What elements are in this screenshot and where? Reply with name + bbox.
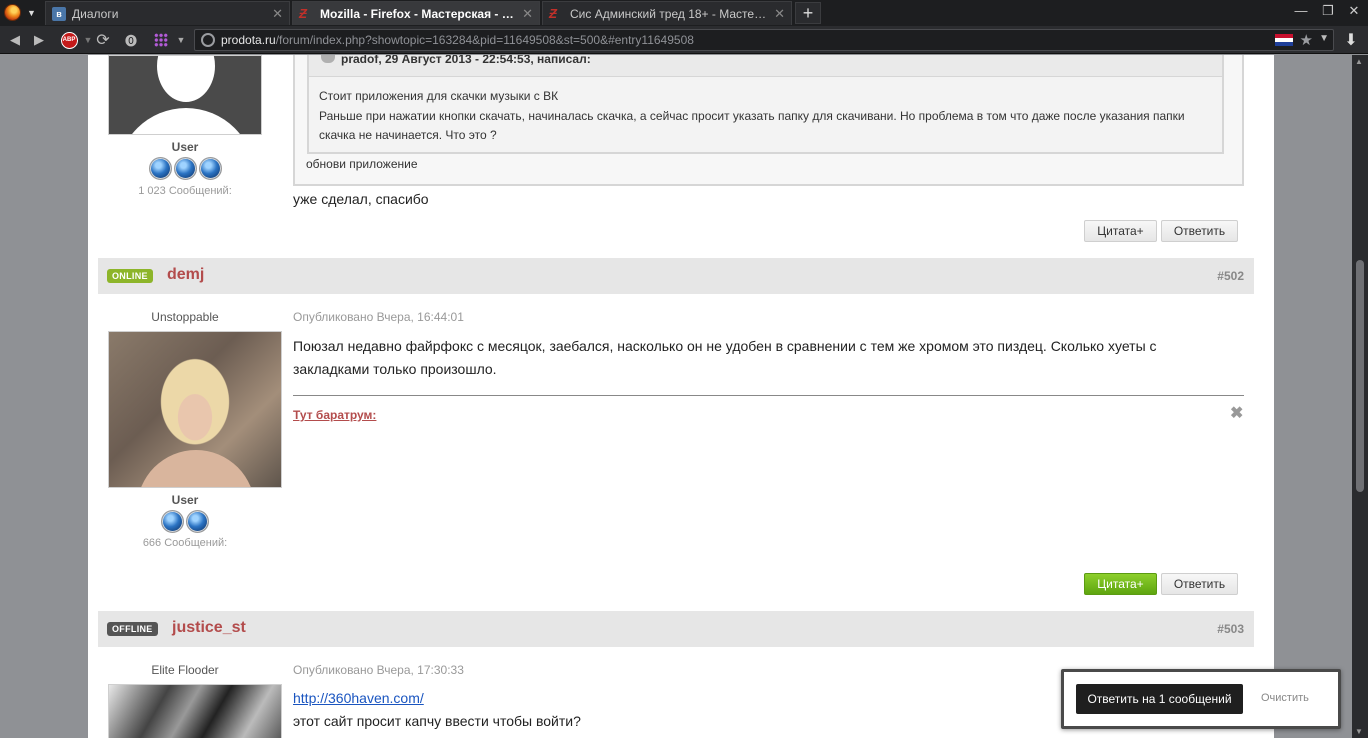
medal-icon — [173, 157, 197, 180]
quote-author: pradof, 29 Август 2013 - 22:54:53, напис… — [341, 55, 591, 66]
chevron-down-icon: ▼ — [27, 7, 36, 18]
chevron-down-icon[interactable]: ▼ — [170, 29, 192, 51]
default-avatar[interactable] — [108, 55, 262, 135]
reply-button[interactable]: Ответить — [1161, 220, 1238, 242]
post-header: ONLINE demj #502 — [98, 258, 1254, 294]
tab-dialogs[interactable]: в Диалоги ✕ — [45, 1, 290, 25]
medal-icon — [161, 510, 184, 533]
extension-icon[interactable]: ⓿ — [120, 29, 142, 51]
quote-header: pradof, 29 Август 2013 - 22:54:53, напис… — [309, 55, 1222, 77]
reply-to-quotes-button[interactable]: Ответить на 1 сообщений — [1076, 684, 1243, 714]
signature-divider — [293, 395, 1244, 396]
scroll-up-icon[interactable]: ▲ — [1355, 57, 1363, 66]
url-path: /forum/index.php?showtopic=163284&pid=11… — [275, 33, 694, 47]
quote-plus-button-active[interactable]: Цитата+ — [1084, 573, 1157, 595]
adblock-icon: ABP — [60, 31, 78, 49]
quote-text: Стоит приложения для скачки музыки с ВК … — [319, 87, 1214, 146]
firefox-menu-button[interactable]: ▼ — [0, 0, 42, 25]
post-number-link[interactable]: #503 — [1217, 622, 1244, 636]
forum-content: User 1 023 Сообщений: pradof, 29 Август … — [88, 55, 1274, 738]
author-link[interactable]: justice_st — [172, 619, 246, 637]
post-text: Поюзал недавно файрфокс с месяцок, заеба… — [293, 338, 1157, 377]
post-header: OFFLINE justice_st #503 — [98, 611, 1254, 647]
quote-plus-button[interactable]: Цитата+ — [1084, 220, 1157, 242]
user-group: User — [171, 493, 199, 507]
tab-firefox-workshop[interactable]: Ƶ Mozilla - Firefox - Мастерская - Pr...… — [292, 1, 540, 25]
prodota-icon: Ƶ — [299, 6, 307, 21]
globe-icon — [201, 33, 215, 47]
spoiler-link[interactable]: Тут баратрум: — [293, 408, 376, 422]
restore-icon[interactable]: ❐ — [1317, 3, 1339, 19]
quote-line: Стоит приложения для скачки музыки с ВК — [319, 89, 559, 103]
user-avatar[interactable] — [108, 331, 282, 488]
reply-button[interactable]: Ответить — [1161, 573, 1238, 595]
back-icon[interactable]: ◀ — [4, 29, 26, 51]
status-badge: OFFLINE — [107, 622, 158, 636]
chevron-down-icon[interactable]: ▼ — [1319, 33, 1329, 44]
apps-grid-icon — [154, 33, 168, 47]
medal-icon — [186, 510, 209, 533]
firefox-logo-icon — [4, 4, 21, 21]
scroll-down-icon[interactable]: ▼ — [1355, 727, 1363, 736]
post-count: 666 Сообщений: — [142, 537, 228, 549]
post-link: http://360haven.com/ — [293, 687, 424, 710]
url-text: prodota.ru/forum/index.php?showtopic=163… — [221, 33, 694, 47]
quote-icon — [321, 55, 335, 63]
avatar-shoulders — [117, 108, 255, 134]
close-icon[interactable]: ✕ — [272, 6, 283, 22]
reload-icon[interactable]: ⟳ — [92, 29, 114, 51]
quote-line: Раньше при нажатии кнопки скачать, начин… — [319, 108, 1185, 143]
flag-icon[interactable] — [1275, 34, 1293, 46]
user-rank: Elite Flooder — [151, 663, 219, 677]
tab-bar: ▼ в Диалоги ✕ Ƶ Mozilla - Firefox - Маст… — [0, 0, 1368, 26]
star-icon[interactable]: ★ — [1300, 31, 1313, 49]
user-group: User — [171, 140, 199, 154]
post-date: Опубликовано Вчера, 16:44:01 — [293, 310, 464, 324]
close-icon[interactable]: ✕ — [522, 6, 533, 22]
download-icon[interactable]: ⬇ — [1340, 29, 1362, 51]
forward-icon[interactable]: ▶ — [28, 29, 50, 51]
medal-icon — [148, 157, 172, 180]
url-domain: prodota.ru — [221, 33, 276, 47]
new-tab-button[interactable]: + — [795, 2, 821, 24]
avatar-head — [157, 56, 215, 102]
apps-button[interactable] — [150, 29, 172, 51]
vk-icon: в — [52, 6, 66, 21]
clear-quotes-link[interactable]: Очистить — [1261, 692, 1309, 704]
reputation-badges — [88, 510, 282, 533]
page-scrollbar[interactable]: ▲ ▼ — [1352, 55, 1368, 738]
status-badge: ONLINE — [107, 269, 153, 283]
post-number-link[interactable]: #502 — [1217, 269, 1244, 283]
post-count: 1 023 Сообщений: — [138, 185, 232, 197]
reputation-badges — [88, 157, 282, 180]
address-bar[interactable]: prodota.ru/forum/index.php?showtopic=163… — [194, 29, 1334, 51]
user-avatar[interactable] — [108, 684, 282, 738]
navigation-bar: ◀ ▶ ABP ▼ ⟳ ⓿ ▼ prodota.ru/forum/index.p… — [0, 26, 1368, 54]
post-date: Опубликовано Вчера, 17:30:33 — [293, 663, 464, 677]
post-text: уже сделал, спасибо — [293, 191, 429, 207]
avatar-body — [137, 450, 255, 487]
multiquote-popup: Ответить на 1 сообщений Очистить — [1061, 669, 1341, 729]
quote-block: pradof, 29 Август 2013 - 22:54:53, напис… — [293, 55, 1244, 186]
author-link[interactable]: demj — [167, 266, 204, 284]
post-text: этот сайт просит капчу ввести чтобы войт… — [293, 713, 581, 729]
quote-reply-text: обнови приложение — [306, 157, 418, 171]
close-icon[interactable]: ✕ — [774, 6, 785, 22]
prodota-icon: Ƶ — [549, 6, 557, 21]
nested-quote: pradof, 29 Август 2013 - 22:54:53, напис… — [307, 55, 1224, 154]
medal-icon — [198, 157, 222, 180]
window-close-icon[interactable]: ✕ — [1343, 3, 1365, 19]
scrollbar-thumb[interactable] — [1356, 260, 1364, 492]
user-rank: Unstoppable — [151, 310, 219, 324]
tab-sysadmin-thread[interactable]: Ƶ Сис Админский тред 18+ - Мастер... ✕ — [542, 1, 792, 25]
close-icon[interactable]: ✖ — [1230, 403, 1243, 423]
external-link[interactable]: http://360haven.com/ — [293, 690, 424, 706]
minimize-icon[interactable]: — — [1290, 3, 1312, 18]
